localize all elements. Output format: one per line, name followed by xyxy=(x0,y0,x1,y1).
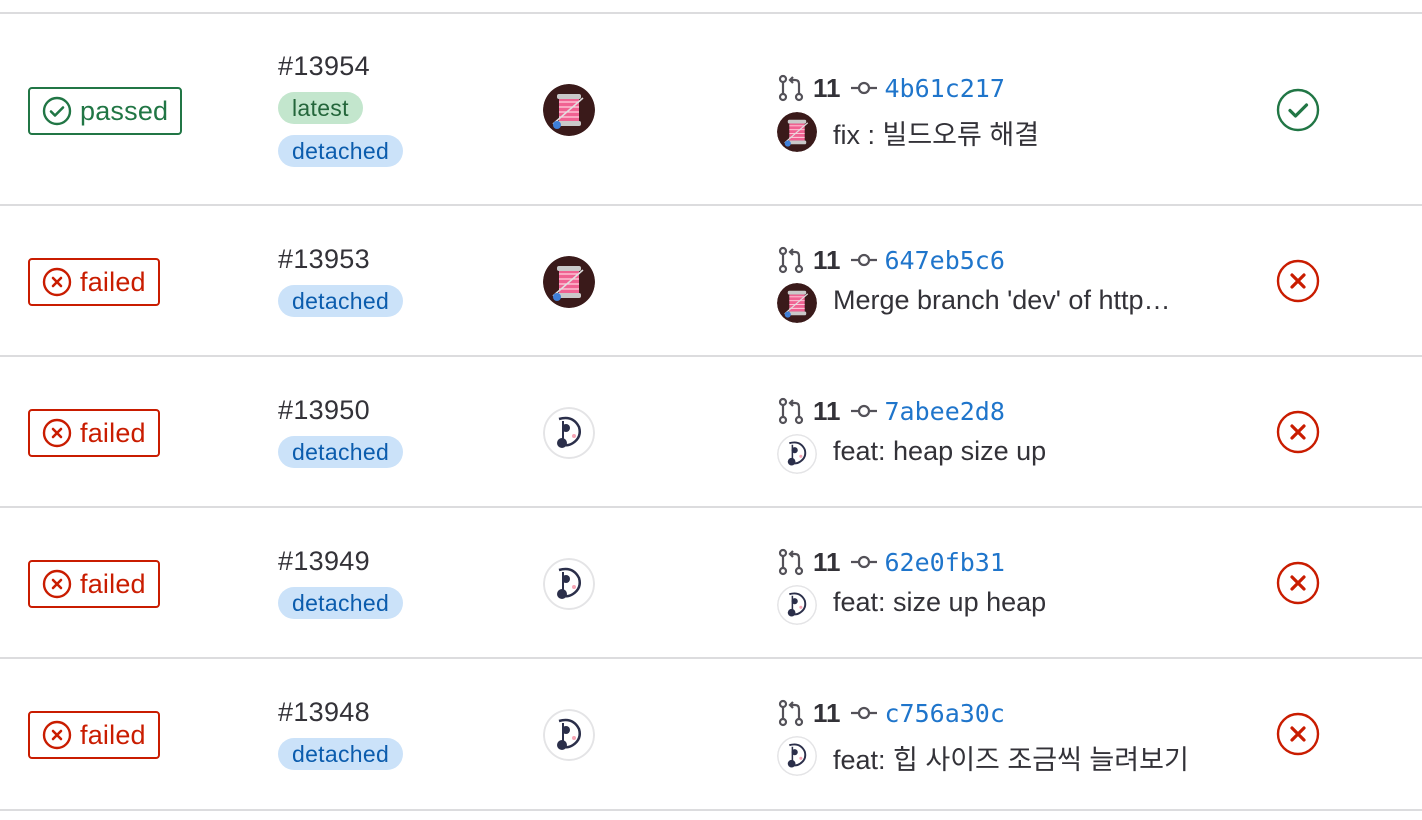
pipeline-id[interactable]: #13950 xyxy=(278,395,370,426)
commit-author-avatar[interactable] xyxy=(777,112,817,152)
commit-author-avatar[interactable] xyxy=(777,434,817,474)
spool-avatar[interactable] xyxy=(543,256,595,308)
table-row: failed #13953 detached 11 647eb5c6 Merge… xyxy=(0,206,1422,357)
commit-message[interactable]: feat: heap size up xyxy=(833,436,1046,467)
stage-failed-icon[interactable] xyxy=(1276,410,1320,454)
close-circle-icon xyxy=(42,418,72,448)
status-badge-passed[interactable]: passed xyxy=(28,87,183,135)
commit-sha-link[interactable]: 7abee2d8 xyxy=(885,397,1005,426)
commit-message[interactable]: Merge branch 'dev' of http… xyxy=(833,285,1171,316)
commit-icon xyxy=(850,81,877,95)
merge-request-number[interactable]: 11 xyxy=(813,73,841,104)
stage-failed-icon[interactable] xyxy=(1276,561,1320,605)
status-label: failed xyxy=(80,266,146,297)
panda-avatar[interactable] xyxy=(543,558,595,610)
close-circle-icon xyxy=(42,267,72,297)
merge-request-icon xyxy=(778,548,804,576)
commit-author-avatar[interactable] xyxy=(777,283,817,323)
commit-message[interactable]: fix : 빌드오류 해결 xyxy=(833,113,1039,152)
pipeline-id[interactable]: #13949 xyxy=(278,546,370,577)
commit-message[interactable]: feat: size up heap xyxy=(833,587,1046,618)
pipelines-list: passed #13954 latest detached 11 4b61c21… xyxy=(0,0,1422,820)
commit-icon xyxy=(850,404,877,418)
commit-icon xyxy=(850,555,877,569)
check-circle-icon xyxy=(42,96,72,126)
commit-author-avatar[interactable] xyxy=(777,585,817,625)
table-row: failed #13948 detached 11 c756a30c feat:… xyxy=(0,659,1422,811)
tag-latest: latest xyxy=(278,92,363,124)
merge-request-number[interactable]: 11 xyxy=(813,245,841,276)
panda-avatar[interactable] xyxy=(543,407,595,459)
merge-request-number[interactable]: 11 xyxy=(813,547,841,578)
commit-sha-link[interactable]: 62e0fb31 xyxy=(885,548,1005,577)
commit-sha-link[interactable]: 647eb5c6 xyxy=(885,246,1005,275)
status-label: failed xyxy=(80,719,146,750)
spool-avatar[interactable] xyxy=(543,84,595,136)
table-row: passed #13954 latest detached 11 4b61c21… xyxy=(0,14,1422,206)
tag-detached: detached xyxy=(278,587,404,619)
tag-detached: detached xyxy=(278,135,404,167)
pipeline-id[interactable]: #13953 xyxy=(278,244,370,275)
commit-icon xyxy=(850,706,877,720)
merge-request-number[interactable]: 11 xyxy=(813,698,841,729)
tag-detached: detached xyxy=(278,285,404,317)
commit-icon xyxy=(850,253,877,267)
table-row: failed #13949 detached 11 62e0fb31 feat:… xyxy=(0,508,1422,659)
pipeline-id[interactable]: #13948 xyxy=(278,697,370,728)
commit-sha-link[interactable]: c756a30c xyxy=(885,699,1005,728)
tag-detached: detached xyxy=(278,738,404,770)
tag-detached: detached xyxy=(278,436,404,468)
status-label: failed xyxy=(80,568,146,599)
status-badge-failed[interactable]: failed xyxy=(28,560,160,608)
merge-request-icon xyxy=(778,397,804,425)
status-badge-failed[interactable]: failed xyxy=(28,258,160,306)
pipeline-id[interactable]: #13954 xyxy=(278,51,370,82)
merge-request-number[interactable]: 11 xyxy=(813,396,841,427)
stage-failed-icon[interactable] xyxy=(1276,712,1320,756)
merge-request-icon xyxy=(778,246,804,274)
commit-sha-link[interactable]: 4b61c217 xyxy=(885,74,1005,103)
merge-request-line: 11 c756a30c xyxy=(777,696,1005,730)
status-badge-failed[interactable]: failed xyxy=(28,711,160,759)
commit-author-avatar[interactable] xyxy=(777,736,817,776)
merge-request-icon xyxy=(778,699,804,727)
status-badge-failed[interactable]: failed xyxy=(28,409,160,457)
merge-request-line: 11 4b61c217 xyxy=(777,71,1005,105)
merge-request-line: 11 647eb5c6 xyxy=(777,243,1005,277)
merge-request-icon xyxy=(778,74,804,102)
panda-avatar[interactable] xyxy=(543,709,595,761)
table-row: failed #13950 detached 11 7abee2d8 feat:… xyxy=(0,357,1422,508)
stage-failed-icon[interactable] xyxy=(1276,259,1320,303)
close-circle-icon xyxy=(42,569,72,599)
close-circle-icon xyxy=(42,720,72,750)
status-label: failed xyxy=(80,417,146,448)
status-label: passed xyxy=(80,95,169,126)
merge-request-line: 11 62e0fb31 xyxy=(777,545,1005,579)
merge-request-line: 11 7abee2d8 xyxy=(777,394,1005,428)
stage-passed-icon[interactable] xyxy=(1276,88,1320,132)
commit-message[interactable]: feat: 힙 사이즈 조금씩 늘려보기 xyxy=(833,738,1189,777)
